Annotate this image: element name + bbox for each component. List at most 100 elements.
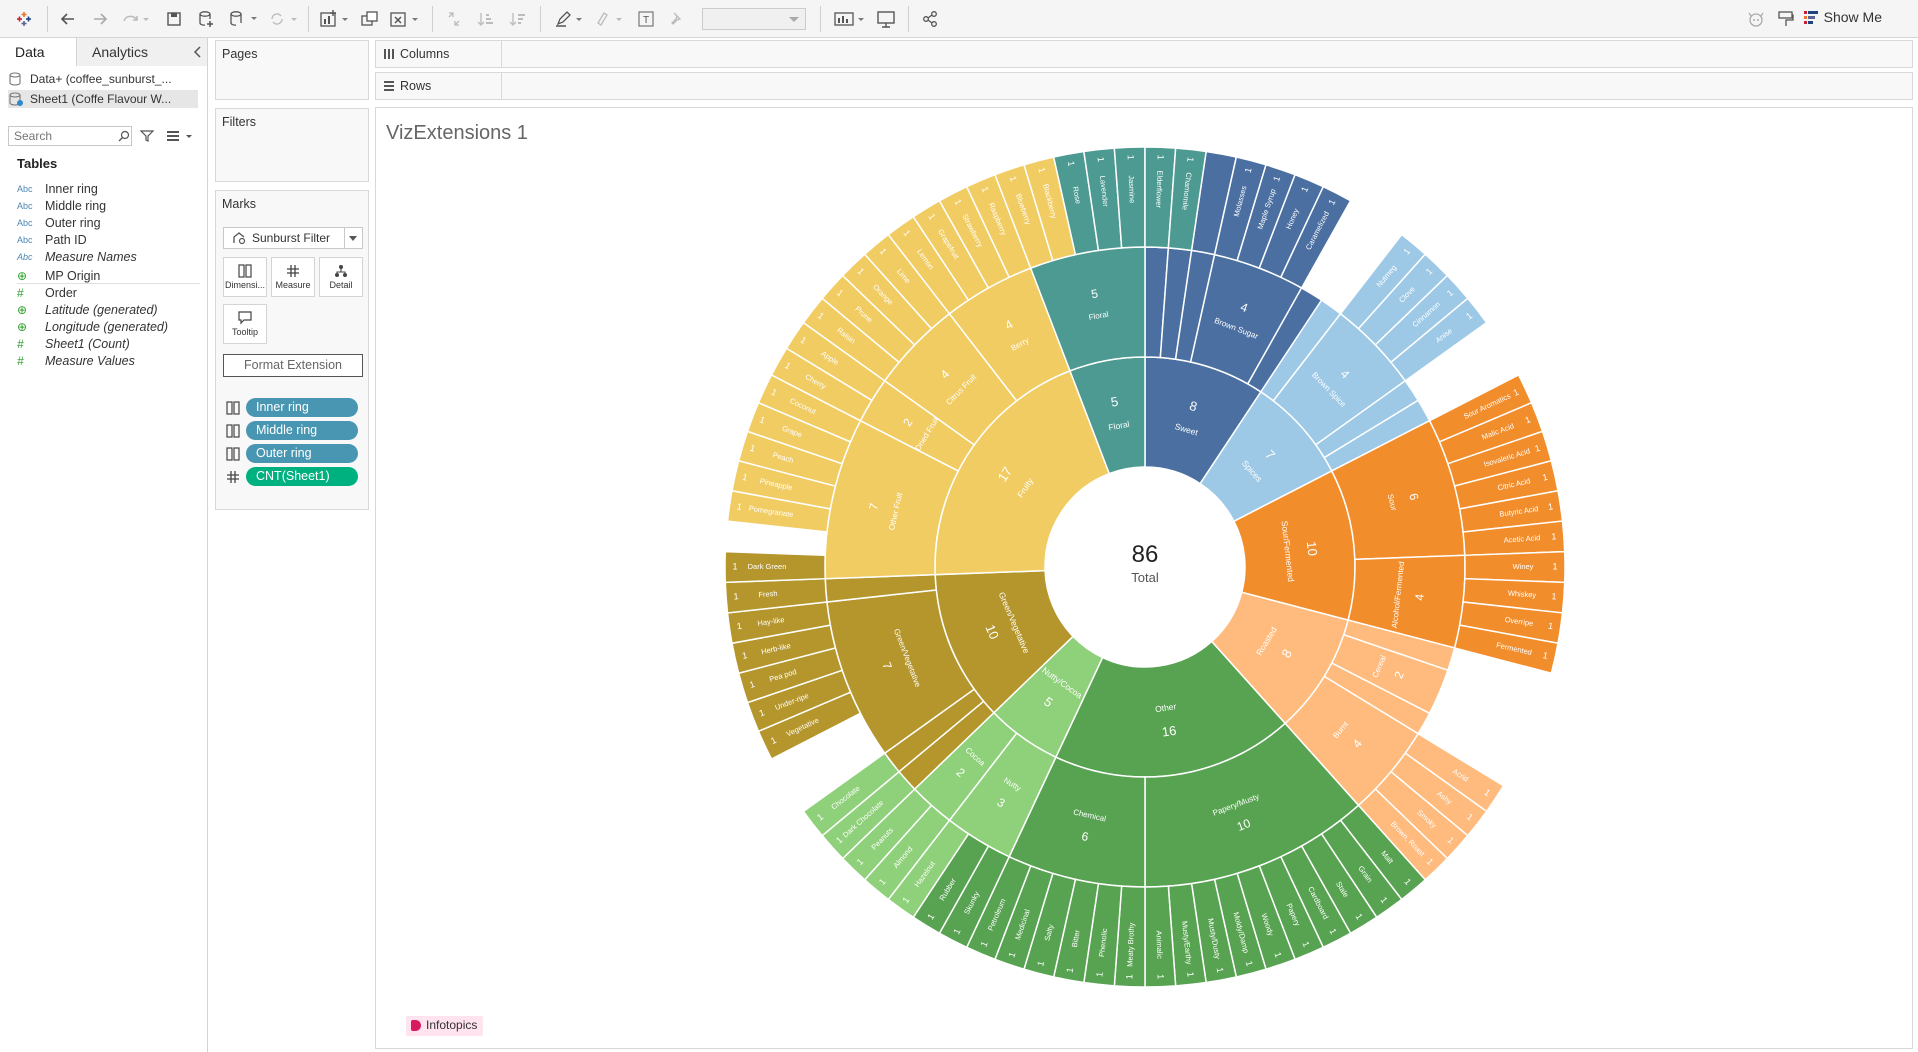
rows-shelf[interactable]: Rows	[375, 72, 1913, 100]
show-me-icon	[1803, 11, 1818, 24]
columns-icon	[384, 49, 394, 59]
field-label: MP Origin	[45, 269, 101, 283]
number-type-icon: #	[17, 286, 24, 300]
hash-icon	[287, 265, 299, 277]
save-icon[interactable]	[162, 7, 186, 31]
field-item[interactable]: Abc Outer ring	[17, 214, 101, 232]
filter-icon[interactable]	[140, 129, 154, 143]
sort-ascending-icon[interactable]	[474, 7, 498, 31]
highlight-icon[interactable]	[552, 7, 586, 31]
detail-button[interactable]: Detail	[319, 257, 363, 297]
pages-card[interactable]: Pages	[215, 40, 369, 100]
field-item[interactable]: Abc Inner ring	[17, 180, 98, 198]
detail-icon	[335, 265, 347, 277]
chevron-down-icon	[349, 236, 357, 241]
einstein-icon[interactable]	[1744, 7, 1768, 31]
outer-ring-value: 1	[1551, 531, 1557, 541]
filters-card[interactable]: Filters	[215, 108, 369, 182]
field-label: Order	[45, 286, 77, 300]
field-label: Measure Values	[45, 354, 135, 368]
replay-icon[interactable]	[118, 7, 152, 31]
clear-sheet-icon[interactable]	[388, 7, 422, 31]
outer-ring-value: 1	[732, 561, 737, 571]
datasource-label: Sheet1 (Coffe Flavour W...	[30, 92, 172, 106]
format-extension-button[interactable]: Format Extension	[223, 354, 363, 377]
pane-tabs: Data Analytics	[0, 38, 207, 66]
field-pill[interactable]: CNT(Sheet1)	[246, 467, 358, 486]
measure-label: Measure	[275, 280, 311, 290]
new-datasource-icon[interactable]	[194, 7, 218, 31]
filters-title: Filters	[222, 115, 257, 129]
tab-data[interactable]: Data	[0, 38, 76, 66]
undo-icon[interactable]	[56, 7, 80, 31]
field-item[interactable]: # Measure Values	[17, 352, 135, 370]
dimension-label: Dimensi...	[224, 280, 265, 290]
field-item[interactable]: Abc Measure Names	[17, 248, 137, 266]
string-type-icon: Abc	[17, 201, 33, 211]
duplicate-icon[interactable]	[358, 7, 382, 31]
show-cards-icon[interactable]	[832, 7, 868, 31]
field-label: Path ID	[45, 233, 87, 247]
fix-axes-icon[interactable]	[664, 7, 688, 31]
measure-button[interactable]: Measure	[271, 257, 315, 297]
outer-ring-value: 1	[1551, 591, 1557, 601]
show-me-button[interactable]: Show Me	[1803, 9, 1882, 25]
tableau-logo-icon[interactable]	[12, 7, 36, 31]
search-input[interactable]	[8, 126, 132, 146]
string-type-icon: Abc	[17, 252, 33, 262]
format-painter-icon[interactable]	[1774, 7, 1798, 31]
tab-analytics[interactable]: Analytics	[76, 38, 207, 66]
outer-ring-value: 1	[1156, 155, 1166, 160]
field-item[interactable]: ⊕ Latitude (generated)	[17, 301, 158, 319]
fit-select[interactable]	[702, 7, 806, 31]
refresh-icon[interactable]	[266, 7, 300, 31]
datasource-item-selected[interactable]: Sheet1 (Coffe Flavour W...	[8, 90, 198, 108]
presentation-mode-icon[interactable]	[874, 7, 898, 31]
tooltip-button[interactable]: Tooltip	[223, 304, 267, 344]
infotopics-logo[interactable]: Infotopics	[406, 1016, 484, 1036]
group-members-icon[interactable]	[592, 7, 626, 31]
field-label: Latitude (generated)	[45, 303, 158, 317]
outer-ring-value: 1	[1552, 561, 1557, 571]
view-options-icon[interactable]	[166, 129, 196, 143]
outer-ring-value: 1	[1156, 974, 1166, 979]
show-me-label: Show Me	[1823, 9, 1882, 25]
field-item[interactable]: ⊕ Longitude (generated)	[17, 318, 168, 336]
field-pill[interactable]: Inner ring	[246, 398, 358, 417]
pause-updates-icon[interactable]	[226, 7, 260, 31]
swap-rows-columns-icon[interactable]	[442, 7, 466, 31]
sort-descending-icon[interactable]	[506, 7, 530, 31]
redo-icon[interactable]	[88, 7, 112, 31]
field-pill[interactable]: Middle ring	[246, 421, 358, 440]
new-worksheet-icon[interactable]	[318, 7, 352, 31]
number-type-icon: #	[17, 337, 24, 351]
data-pane: Data Analytics Data+ (coffee_sunburst_..…	[0, 38, 208, 1052]
columns-shelf[interactable]: Columns	[375, 40, 1913, 68]
collapse-pane-icon[interactable]	[192, 46, 202, 58]
mark-type-select[interactable]: Sunburst Filter	[223, 227, 363, 249]
viz-area: VizExtensions 1 8 Sweet 7 Spices 10 Sour/Ferm…	[375, 107, 1913, 1049]
dimension-button[interactable]: Dimensi...	[223, 257, 267, 297]
datasource-item[interactable]: Data+ (coffee_sunburst_...	[8, 70, 172, 88]
outer-ring-label: Fresh	[758, 589, 778, 599]
string-type-icon: Abc	[17, 218, 33, 228]
outer-ring-label: Jasmine	[1127, 175, 1137, 203]
field-item[interactable]: Abc Middle ring	[17, 197, 106, 215]
field-label: Outer ring	[45, 216, 101, 230]
dimension-icon	[226, 401, 240, 415]
outer-ring-value: 1	[1185, 156, 1195, 162]
columns-label-text: Columns	[400, 47, 450, 61]
field-item[interactable]: Abc Path ID	[17, 231, 87, 249]
field-pill[interactable]: Outer ring	[246, 444, 358, 463]
field-item[interactable]: # Order	[17, 284, 77, 302]
datasource-icon	[9, 72, 21, 86]
marks-card: Marks Sunburst Filter Dimensi... Measure…	[215, 190, 369, 510]
field-item[interactable]: # Sheet1 (Count)	[17, 335, 130, 353]
string-type-icon: Abc	[17, 184, 33, 194]
sunburst-chart[interactable]: 8Sweet7Spices10Sour/Fermented8Roasted16O…	[376, 108, 1912, 1008]
outer-ring-value: 1	[1185, 971, 1195, 977]
show-mark-labels-icon[interactable]: T	[634, 7, 658, 31]
tables-heading: Tables	[17, 156, 58, 171]
share-icon[interactable]	[918, 7, 942, 31]
globe-icon: ⊕	[17, 320, 28, 334]
